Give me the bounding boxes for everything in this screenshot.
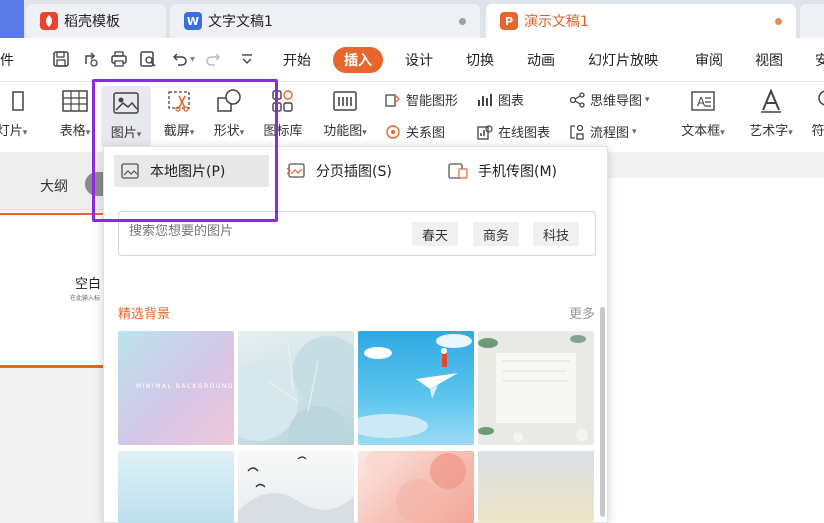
picture-icon bbox=[111, 88, 141, 118]
relation-chart-icon bbox=[384, 123, 402, 141]
icon-library-button[interactable]: 图标库 bbox=[258, 86, 308, 139]
shape-icon bbox=[214, 86, 244, 116]
phone-upload-option[interactable]: 手机传图(M) bbox=[448, 155, 557, 187]
outline-tab[interactable]: 大纲 bbox=[40, 176, 68, 196]
slide-canvas[interactable] bbox=[608, 178, 824, 523]
background-thumbnail[interactable] bbox=[478, 331, 594, 445]
menu-home[interactable]: 开始 bbox=[283, 50, 311, 70]
tab-overflow-left[interactable] bbox=[0, 0, 24, 38]
flow-chart-button[interactable]: 流程图 ▾ bbox=[568, 122, 637, 141]
new-slide-icon bbox=[0, 86, 27, 116]
print-icon[interactable] bbox=[110, 50, 128, 72]
background-thumbnail[interactable] bbox=[238, 331, 354, 445]
menu-insert[interactable]: 插入 bbox=[333, 47, 383, 73]
tab-bar: 稻壳模板 W 文字文稿1 P 演示文稿1 bbox=[0, 0, 824, 38]
menu-view[interactable]: 视图 bbox=[755, 50, 783, 70]
unsaved-dot-icon bbox=[775, 17, 782, 25]
table-icon bbox=[60, 86, 90, 116]
save-icon[interactable] bbox=[52, 50, 70, 72]
art-text-icon bbox=[756, 86, 786, 116]
bar-chart-icon bbox=[476, 91, 494, 109]
relation-chart-button[interactable]: 关系图 bbox=[384, 122, 445, 141]
tab-presentation[interactable]: P 演示文稿1 bbox=[486, 4, 796, 38]
picture-dropdown-panel: 本地图片(P) 分页插图(S) 手机传图(M) 春天 商务 科技 精选背景 更多… bbox=[103, 146, 608, 523]
slide-title-text: 空白 bbox=[75, 277, 102, 292]
background-thumbnail[interactable] bbox=[358, 451, 474, 523]
mind-map-button[interactable]: 思维导图 ▾ bbox=[568, 90, 650, 109]
function-chart-icon bbox=[330, 86, 360, 116]
local-picture-option[interactable]: 本地图片(P) bbox=[114, 155, 269, 187]
image-icon bbox=[120, 162, 140, 180]
background-thumbnail[interactable] bbox=[118, 451, 234, 523]
tag-chip-business[interactable]: 商务 bbox=[473, 222, 520, 246]
icon-library-icon bbox=[268, 86, 298, 116]
symbol-button-partial[interactable]: 符 bbox=[808, 86, 824, 139]
section-title-featured-backgrounds: 精选背景 bbox=[118, 307, 171, 322]
screenshot-button[interactable]: 截屏▾ bbox=[156, 86, 202, 139]
customize-toolbar-icon[interactable] bbox=[240, 50, 254, 72]
screenshot-icon bbox=[164, 86, 194, 116]
undo-dropdown-icon[interactable]: ▾ bbox=[190, 54, 195, 65]
tab-writer-doc[interactable]: W 文字文稿1 bbox=[170, 4, 480, 38]
picture-search-box: 春天 商务 科技 bbox=[118, 211, 596, 256]
menu-review[interactable]: 审阅 bbox=[695, 50, 723, 70]
tag-chip-tech[interactable]: 科技 bbox=[533, 222, 580, 246]
menu-security-partial[interactable]: 安 bbox=[815, 50, 824, 70]
online-chart-icon bbox=[476, 123, 494, 141]
tab-partial[interactable] bbox=[800, 4, 824, 38]
export-icon[interactable] bbox=[82, 50, 100, 72]
tag-chip-spring[interactable]: 春天 bbox=[412, 222, 459, 246]
background-thumbnail[interactable]: MINIMAL BACKGROUND bbox=[118, 331, 234, 445]
text-box-icon: A bbox=[688, 86, 718, 116]
page-illustration-option[interactable]: 分页插图(S) bbox=[286, 155, 392, 187]
background-thumbnail[interactable] bbox=[238, 451, 354, 523]
menu-file-partial[interactable]: 件 bbox=[0, 50, 14, 70]
undo-icon[interactable] bbox=[170, 50, 188, 72]
function-chart-button[interactable]: 功能图▾ bbox=[316, 86, 374, 139]
art-text-button[interactable]: 艺术字▾ bbox=[740, 86, 802, 139]
background-thumbnail[interactable] bbox=[358, 331, 474, 445]
more-link[interactable]: 更多 bbox=[569, 303, 595, 322]
print-preview-icon[interactable] bbox=[139, 50, 157, 72]
menu-design[interactable]: 设计 bbox=[405, 50, 433, 70]
picture-button[interactable]: 图片▾ bbox=[101, 86, 151, 148]
slide-subtitle-text: 在此输入标 bbox=[70, 295, 101, 302]
ribbon: 灯片▾ 表格▾ 图片▾ 截屏▾ 形状▾ 图标库 功能图▾ 智能图形 图表 思维导… bbox=[0, 82, 824, 152]
panel-scrollbar[interactable] bbox=[600, 307, 605, 517]
slides-tab-toggle[interactable] bbox=[85, 172, 105, 196]
svg-text:A: A bbox=[697, 95, 706, 109]
background-thumbnail[interactable] bbox=[478, 451, 594, 523]
phone-upload-icon bbox=[448, 162, 468, 180]
symbol-icon bbox=[808, 86, 824, 116]
writer-doc-icon: W bbox=[184, 12, 202, 30]
mind-map-icon bbox=[568, 91, 586, 109]
text-box-button[interactable]: A 文本框▾ bbox=[672, 86, 734, 139]
tab-docer-templates[interactable]: 稻壳模板 bbox=[26, 4, 166, 38]
tab-label: 稻壳模板 bbox=[64, 14, 120, 30]
menu-slideshow[interactable]: 幻灯片放映 bbox=[588, 50, 658, 70]
chart-button[interactable]: 图表 bbox=[476, 90, 524, 109]
smart-graphic-icon bbox=[384, 91, 402, 109]
unsaved-dot-icon bbox=[459, 17, 466, 25]
picture-search-input[interactable] bbox=[129, 224, 399, 239]
redo-icon[interactable] bbox=[205, 50, 223, 72]
page-illustration-icon bbox=[286, 162, 306, 180]
menu-animations[interactable]: 动画 bbox=[527, 50, 555, 70]
flow-chart-icon bbox=[568, 123, 586, 141]
tab-label: 演示文稿1 bbox=[524, 14, 589, 30]
menu-row: 件 ▾ 开始 插入 设计 切换 动画 幻灯片放映 审阅 视图 安 bbox=[0, 38, 824, 82]
table-button[interactable]: 表格▾ bbox=[52, 86, 98, 139]
smart-graphic-button[interactable]: 智能图形 bbox=[384, 90, 458, 109]
new-slide-button[interactable]: 灯片▾ bbox=[0, 86, 34, 139]
online-chart-button[interactable]: 在线图表 bbox=[476, 122, 550, 141]
tab-label: 文字文稿1 bbox=[208, 14, 273, 30]
shape-button[interactable]: 形状▾ bbox=[206, 86, 252, 139]
menu-transitions[interactable]: 切换 bbox=[466, 50, 494, 70]
presentation-icon: P bbox=[500, 12, 518, 30]
docer-logo-icon bbox=[40, 12, 58, 30]
